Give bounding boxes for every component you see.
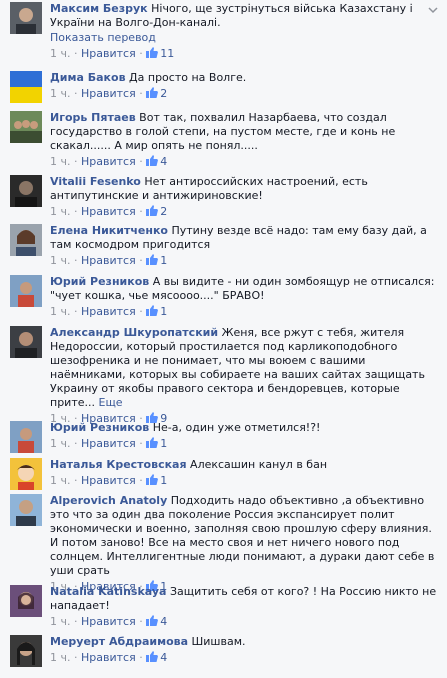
comment-meta: 1 ч. · Нравится · 4: [50, 651, 168, 664]
comment-author[interactable]: Наталья Крестовская: [50, 458, 187, 471]
see-more-link[interactable]: Еще: [99, 396, 123, 409]
like-button[interactable]: Нравится: [81, 651, 136, 664]
comment-author[interactable]: Юрий Резников: [50, 275, 149, 288]
comment-text: Юрий Резников А вы видите - ни один зомб…: [50, 275, 442, 303]
comment-text: Елена Никитченко Путину везде всё надо: …: [50, 224, 442, 252]
avatar[interactable]: [10, 421, 42, 453]
comment-meta: 1 ч. · Нравится · 4: [50, 155, 168, 168]
timestamp[interactable]: 1 ч.: [50, 305, 71, 318]
thumbs-up-icon: [146, 155, 159, 166]
comment-text: Игорь Пятаев Вот так, похвалил Назарбаев…: [50, 111, 442, 153]
avatar[interactable]: [10, 458, 42, 490]
comment-text: Александр Шкуропатский Женя, все ржут с …: [50, 326, 442, 410]
avatar[interactable]: [10, 585, 42, 617]
like-count[interactable]: 1: [160, 305, 167, 318]
comment-meta: 1 ч. · Нравится · 2: [50, 87, 168, 100]
avatar[interactable]: [10, 635, 42, 667]
timestamp[interactable]: 1 ч.: [50, 254, 71, 267]
avatar[interactable]: [10, 2, 42, 34]
comment-author[interactable]: Александр Шкуропатский: [50, 326, 218, 339]
timestamp[interactable]: 1 ч.: [50, 87, 71, 100]
thumbs-up-icon: [146, 205, 159, 216]
thumbs-up-icon: [146, 474, 159, 485]
timestamp[interactable]: 1 ч.: [50, 155, 71, 168]
thumbs-up-icon: [146, 87, 159, 98]
like-count[interactable]: 4: [160, 651, 167, 664]
comment-text: Vitalii Fesenko Нет антироссийских настр…: [50, 175, 442, 203]
avatar[interactable]: [10, 224, 42, 256]
comment-text: Максим Безрук Нічого, ще зустрінуться ві…: [50, 2, 442, 30]
comment-text: Alperovich Anatoly Подходить надо объект…: [50, 494, 442, 578]
comment-author[interactable]: Vitalii Fesenko: [50, 175, 141, 188]
like-button[interactable]: Нравится: [81, 615, 136, 628]
like-count[interactable]: 1: [160, 437, 167, 450]
avatar[interactable]: [10, 275, 42, 307]
comment-text: Меруерт Абдраимова Шишвам.: [50, 635, 442, 649]
avatar[interactable]: [10, 326, 42, 358]
thumbs-up-icon: [146, 305, 159, 316]
like-count[interactable]: 2: [160, 205, 167, 218]
timestamp[interactable]: 1 ч.: [50, 474, 71, 487]
comment-meta: 1 ч. · Нравится · 4: [50, 615, 168, 628]
comment-author[interactable]: Юрий Резников: [50, 421, 149, 434]
comment-author[interactable]: Дима Баков: [50, 71, 126, 84]
timestamp[interactable]: 1 ч.: [50, 47, 71, 60]
like-count[interactable]: 2: [160, 87, 167, 100]
like-button[interactable]: Нравится: [81, 474, 136, 487]
like-button[interactable]: Нравится: [81, 47, 136, 60]
like-button[interactable]: Нравится: [81, 205, 136, 218]
like-count[interactable]: 11: [160, 47, 174, 60]
like-button[interactable]: Нравится: [81, 155, 136, 168]
comment-meta: 1 ч. · Нравится · 11: [50, 47, 175, 60]
timestamp[interactable]: 1 ч.: [50, 437, 71, 450]
thumbs-up-icon: [146, 615, 159, 626]
comment-text: Юрий Резников Не-а, один уже отметился!?…: [50, 421, 442, 435]
comment-body: Не-а, один уже отметился!?!: [152, 421, 321, 434]
thumbs-up-icon: [146, 254, 159, 265]
comment-meta: 1 ч. · Нравится · 1: [50, 437, 168, 450]
like-button[interactable]: Нравится: [81, 437, 136, 450]
comment-author[interactable]: Максим Безрук: [50, 2, 148, 15]
like-button[interactable]: Нравится: [81, 254, 136, 267]
comment-author[interactable]: Alperovich Anatoly: [50, 494, 167, 507]
like-button[interactable]: Нравится: [81, 87, 136, 100]
comment-author[interactable]: Игорь Пятаев: [50, 111, 136, 124]
like-count[interactable]: 4: [160, 615, 167, 628]
timestamp[interactable]: 1 ч.: [50, 651, 71, 664]
thumbs-up-icon: [146, 47, 159, 58]
comment-text: Наталья Крестовская Алексашин канул в ба…: [50, 458, 442, 472]
chevron-down-icon[interactable]: [428, 4, 438, 14]
comment-author[interactable]: Natalia Katinskaya: [50, 585, 166, 598]
comment-text: Дима Баков Да просто на Волге.: [50, 71, 442, 85]
comment-meta: 1 ч. · Нравится · 2: [50, 205, 168, 218]
comment-author[interactable]: Елена Никитченко: [50, 224, 168, 237]
like-count[interactable]: 1: [160, 474, 167, 487]
like-count[interactable]: 1: [160, 254, 167, 267]
avatar[interactable]: [10, 111, 42, 143]
thumbs-up-icon: [146, 437, 159, 448]
comment-body: Алексашин канул в бан: [190, 458, 328, 471]
comment-meta: 1 ч. · Нравится · 1: [50, 474, 168, 487]
comment-meta: 1 ч. · Нравится · 1: [50, 254, 168, 267]
comment-body: Да просто на Волге.: [129, 71, 247, 84]
avatar[interactable]: [10, 175, 42, 207]
like-count[interactable]: 4: [160, 155, 167, 168]
timestamp[interactable]: 1 ч.: [50, 205, 71, 218]
comment-author[interactable]: Меруерт Абдраимова: [50, 635, 188, 648]
show-translation-link[interactable]: Показать перевод: [50, 31, 442, 45]
comment-text: Natalia Katinskaya Защитить себя от кого…: [50, 585, 442, 613]
comment-body: Шишвам.: [191, 635, 246, 648]
like-button[interactable]: Нравится: [81, 305, 136, 318]
thumbs-up-icon: [146, 651, 159, 662]
timestamp[interactable]: 1 ч.: [50, 615, 71, 628]
avatar[interactable]: [10, 494, 42, 526]
avatar[interactable]: [10, 71, 42, 103]
comment-meta: 1 ч. · Нравится · 1: [50, 305, 168, 318]
